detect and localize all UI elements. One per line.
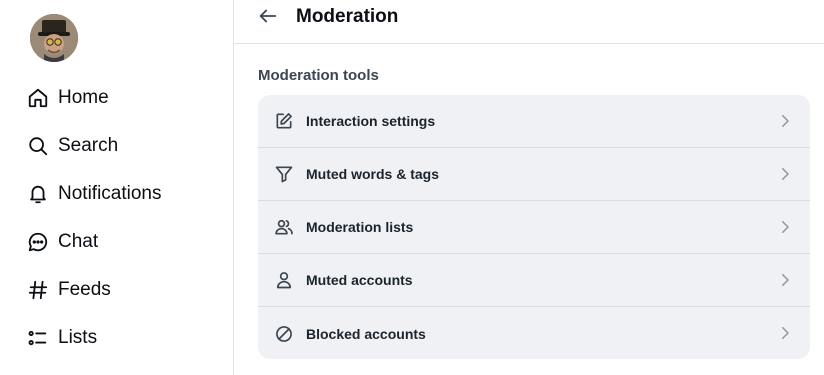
sidebar-item-label: Chat [58,231,99,252]
app-window: Home Search Notifications Chat Feeds Lis… [0,0,824,375]
muted-accounts-row[interactable]: Muted accounts [258,254,810,307]
sidebar-item-feeds[interactable]: Feeds [26,274,216,306]
chevron-right-icon [776,324,794,342]
edit-icon [274,111,294,131]
page-header: Moderation [234,0,824,44]
block-icon [274,324,294,344]
row-label: Moderation lists [306,219,414,235]
chevron-right-icon [776,165,794,183]
chevron-right-icon [776,218,794,236]
back-button[interactable] [256,6,280,30]
home-icon [26,86,50,110]
avatar[interactable] [30,14,78,62]
list-icon [26,326,50,350]
page-title: Moderation [296,6,399,27]
search-icon [26,134,50,158]
filter-icon [274,164,294,184]
row-label: Interaction settings [306,113,436,129]
moderation-tools-list: Interaction settings Muted words & tags [258,95,810,359]
hash-icon [26,278,50,302]
chat-icon [26,230,50,254]
sidebar-item-search[interactable]: Search [26,130,216,162]
sidebar: Home Search Notifications Chat Feeds Lis… [0,0,233,375]
sidebar-item-label: Search [58,135,119,156]
row-label: Blocked accounts [306,325,426,342]
bell-icon [26,182,50,206]
section-title: Moderation tools [258,67,379,84]
muted-words-row[interactable]: Muted words & tags [258,148,810,201]
sidebar-item-home[interactable]: Home [26,82,216,114]
sidebar-item-chat[interactable]: Chat [26,226,216,258]
interaction-settings-row[interactable]: Interaction settings [258,95,810,148]
blocked-accounts-row[interactable]: Blocked accounts [258,307,810,359]
chevron-right-icon [776,112,794,130]
moderation-lists-row[interactable]: Moderation lists [258,201,810,254]
sidebar-item-lists[interactable]: Lists [26,322,216,354]
users-icon [274,217,294,237]
sidebar-item-label: Home [58,87,109,108]
person-icon [274,270,294,290]
sidebar-item-label: Feeds [58,279,111,300]
sidebar-item-label: Notifications [58,183,162,204]
sidebar-item-label: Lists [58,327,98,348]
row-label: Muted accounts [306,272,413,288]
main-panel: Moderation Moderation tools Interaction … [234,0,824,375]
sidebar-item-notifications[interactable]: Notifications [26,178,216,210]
row-label: Muted words & tags [306,166,440,182]
chevron-right-icon [776,271,794,289]
arrow-left-icon [257,5,279,32]
